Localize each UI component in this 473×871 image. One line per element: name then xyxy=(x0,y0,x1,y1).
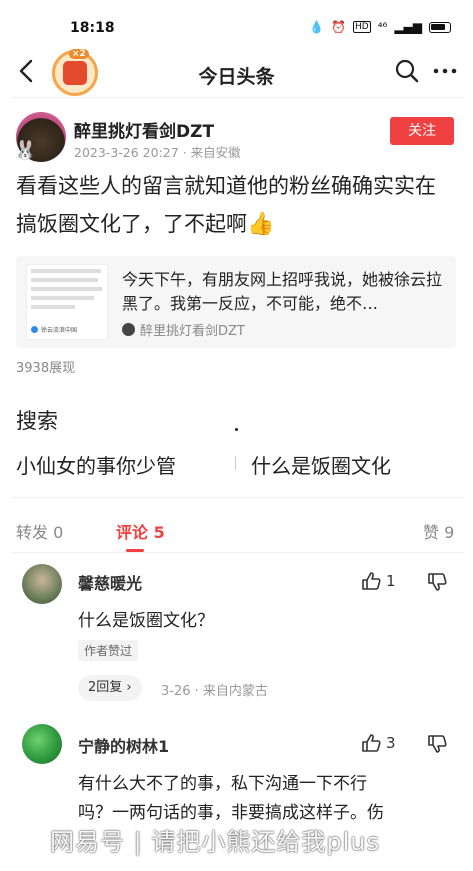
comment-meta: 3-26 · 来自内蒙古 xyxy=(161,684,268,699)
tab-forward[interactable]: 转发 0 xyxy=(16,519,63,543)
thumbnail-avatar-icon xyxy=(31,326,38,333)
water-drop-icon: 💧 xyxy=(309,20,325,34)
quoted-article-card[interactable]: 徐云流浪中国 今天下午，有朋友网上招呼我说，她被徐云拉黑了。我第一反应，不可能，… xyxy=(16,256,456,348)
view-count: 3938展现 xyxy=(16,361,76,376)
quoted-article-text: 今天下午，有朋友网上招呼我说，她被徐云拉黑了。我第一反应，不可能，绝不… xyxy=(122,270,443,313)
logo-badge: ×2 xyxy=(69,49,89,59)
follow-button[interactable]: 关注 xyxy=(390,117,454,145)
search-suggestion-1[interactable]: 小仙女的事你少管 xyxy=(16,450,176,479)
post-text: 看看这些人的留言就知道他的粉丝确确实实在搞饭圈文化了，了不起啊👍 xyxy=(16,167,456,244)
quoted-article-author: 醉里挑灯看剑DZT xyxy=(122,320,245,339)
search-icon[interactable] xyxy=(394,58,420,84)
search-suggestion-2[interactable]: 什么是饭圈文化 xyxy=(251,450,391,479)
tab-like[interactable]: 赞 9 xyxy=(423,519,454,543)
more-icon[interactable] xyxy=(432,58,458,84)
replies-count: 2回复 xyxy=(88,680,123,695)
thumbs-up-outline-icon xyxy=(362,734,381,752)
tabs-divider xyxy=(12,552,464,553)
chevron-right-icon: › xyxy=(126,680,132,695)
thumbs-down-outline-icon[interactable] xyxy=(426,571,448,593)
author-liked-badge: 作者赞过 xyxy=(78,640,139,661)
comment-text-line-1: 有什么大不了的事，私下沟通一下不行 xyxy=(78,774,367,794)
quoted-article-thumbnail: 徐云流浪中国 xyxy=(26,264,108,340)
thumbnail-footer: 徐云流浪中国 xyxy=(31,325,77,334)
search-section-label: 搜索 xyxy=(16,409,58,433)
quoted-author-name: 醉里挑灯看剑DZT xyxy=(140,324,245,339)
replies-button[interactable]: 2回复 › xyxy=(78,675,142,701)
tab-comment[interactable]: 评论 5 xyxy=(116,519,165,543)
comment-author-name[interactable]: 宁静的树林1 xyxy=(78,733,169,757)
watermark: 网易号 | 请把小熊还给我plus xyxy=(50,828,380,856)
author-name[interactable]: 醉里挑灯看剑DZT xyxy=(74,117,214,142)
interaction-tabs: 转发 0 评论 5 赞 9 xyxy=(0,515,473,552)
comment-like-button[interactable]: 1 xyxy=(360,570,396,592)
section-divider xyxy=(12,497,464,498)
nav-bar: ×2 今日头条 xyxy=(0,49,473,96)
thumbnail-text-lines xyxy=(31,269,105,314)
decorative-dot xyxy=(235,428,238,431)
status-bar: 18:18 💧 ⏰ HD ⁴⁶ ▂▄▆ xyxy=(0,0,473,50)
signal-bars-icon: ▂▄▆ xyxy=(394,20,422,34)
signal-icon: ⁴⁶ xyxy=(377,20,388,34)
post-meta: 2023-3-26 20:27 · 来自安徽 xyxy=(74,145,241,160)
rabbit-sticker-icon: 🐰 xyxy=(14,140,37,161)
comment-like-button[interactable]: 3 xyxy=(360,732,396,754)
comment-like-count: 1 xyxy=(386,572,396,590)
nav-divider xyxy=(12,97,464,98)
thumbs-up-icon: 👍 xyxy=(247,212,275,237)
thumbs-down-outline-icon[interactable] xyxy=(426,733,448,755)
status-time: 18:18 xyxy=(70,20,115,36)
thumbs-up-outline-icon xyxy=(362,572,381,590)
comment-text: 什么是饭圈文化？ xyxy=(78,611,214,631)
post-text-body: 看看这些人的留言就知道他的粉丝确确实实在搞饭圈文化了，了不起啊 xyxy=(16,174,436,236)
battery-icon xyxy=(429,21,451,33)
hd-icon: HD xyxy=(352,21,371,33)
comment-author-name[interactable]: 馨慈暖光 xyxy=(78,570,142,594)
quoted-author-avatar xyxy=(122,323,135,336)
comment-like-count: 3 xyxy=(386,734,396,752)
thumbnail-footer-text: 徐云流浪中国 xyxy=(41,327,78,334)
alarm-icon: ⏰ xyxy=(331,20,346,34)
status-icons: 💧 ⏰ HD ⁴⁶ ▂▄▆ xyxy=(309,20,451,34)
comment-avatar[interactable] xyxy=(22,724,62,764)
comment-avatar[interactable] xyxy=(22,564,62,604)
search-separator xyxy=(235,456,236,470)
